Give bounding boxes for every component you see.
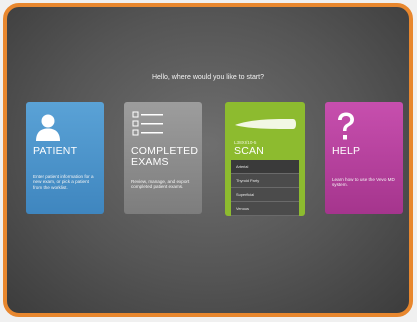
scan-preset-item[interactable]: Thyroid Party (231, 174, 299, 188)
scan-card[interactable]: L38XI/10-5 SCAN Arterial Thyroid Party S… (225, 102, 305, 216)
patient-card[interactable]: PATIENT Enter patient information for a … (26, 102, 104, 214)
help-card[interactable]: HELP Learn how to use the Vevo MD system… (325, 102, 403, 214)
checklist-icon (132, 111, 163, 136)
patient-card-title: PATIENT (33, 145, 78, 157)
person-icon (36, 114, 60, 141)
help-card-description: Learn how to use the Vevo MD system. (332, 177, 395, 188)
scan-preset-list: Arterial Thyroid Party Superficial Venou… (231, 160, 299, 216)
help-card-title: HELP (332, 145, 361, 157)
completed-exams-title-line2: EXAMS (131, 156, 169, 168)
patient-card-description: Enter patient information for a new exam… (33, 174, 94, 190)
main-frame: Hello, where would you like to start? PA… (3, 3, 413, 317)
completed-exams-title: COMPLETED EXAMS (131, 146, 198, 168)
scan-preset-item[interactable]: Arterial (231, 160, 299, 174)
transducer-icon (235, 119, 296, 129)
completed-exams-card[interactable]: COMPLETED EXAMS Review, manage, and expo… (124, 102, 202, 214)
scan-preset-item[interactable]: Venous (231, 202, 299, 216)
start-prompt: Hello, where would you like to start? (151, 74, 265, 81)
completed-exams-description: Review, manage, and export completed pat… (131, 179, 190, 190)
scan-card-title: SCAN (234, 145, 264, 157)
question-mark-icon (338, 112, 354, 140)
scan-preset-item[interactable]: Superficial (231, 188, 299, 202)
